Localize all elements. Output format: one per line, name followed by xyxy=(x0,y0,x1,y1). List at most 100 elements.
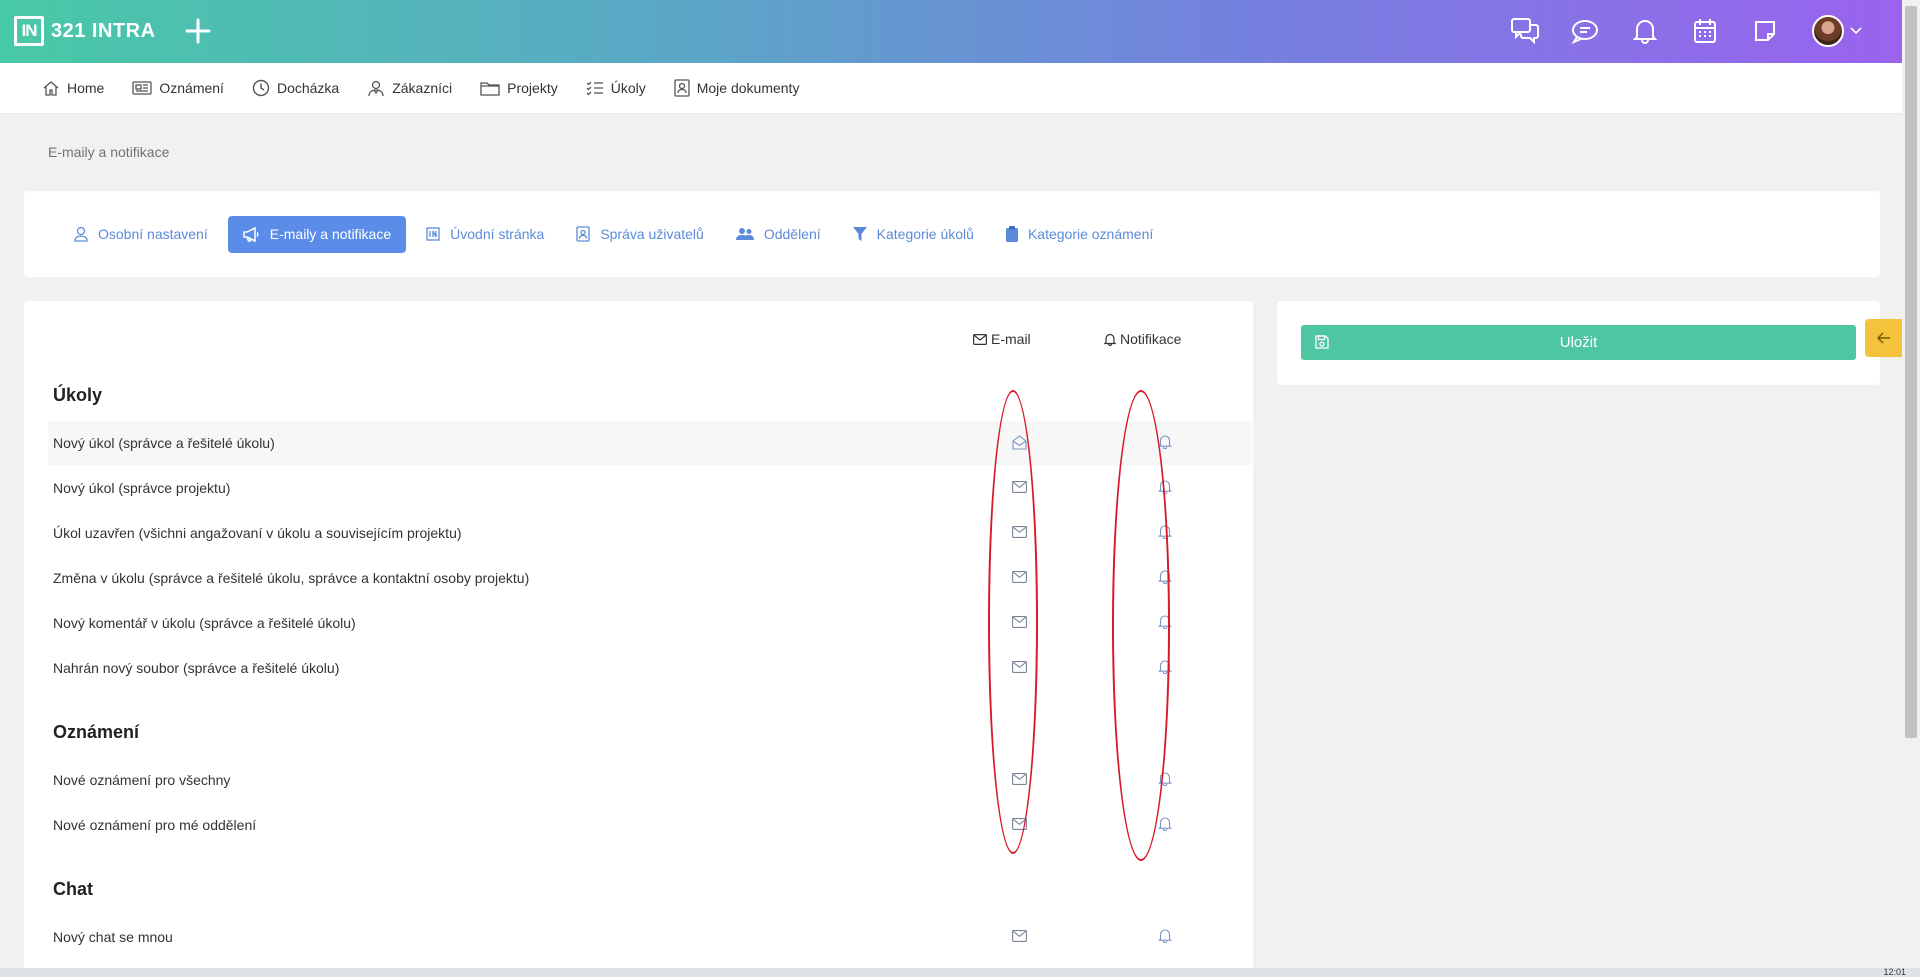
row-label: Nový úkol (správce a řešitelé úkolu) xyxy=(53,435,275,451)
tab-label: Kategorie oznámení xyxy=(1027,226,1154,242)
save-button[interactable]: Uložit xyxy=(1301,325,1856,360)
section-title: Úkoly xyxy=(53,385,103,405)
checklist-icon xyxy=(586,81,603,96)
intra-logo-icon xyxy=(426,227,440,241)
calendar-icon[interactable] xyxy=(1688,14,1722,48)
settings-tabs: Osobní nastavení E-maily a notifikace Úv… xyxy=(24,191,1880,277)
table-row: Úkol uzavřen (všichni angažovaní v úkolu… xyxy=(48,511,1252,555)
nav-item-projects[interactable]: Projekty xyxy=(480,80,558,96)
tab-label: Osobní nastavení xyxy=(98,226,208,242)
table-row: Nové oznámení pro mé oddělení xyxy=(48,803,1252,847)
arrow-left-icon xyxy=(1876,332,1890,344)
nav-item-label: Moje dokumenty xyxy=(696,80,800,96)
id-card-icon xyxy=(576,226,590,242)
taskbar-clock: 12:01 xyxy=(1883,967,1906,977)
email-column-header: E-mail xyxy=(973,331,1031,347)
floppy-disk-icon xyxy=(1315,335,1329,349)
row-label: Změna v úkolu (správce a řešitelé úkolu,… xyxy=(53,570,530,586)
row-label: Nové oznámení pro všechny xyxy=(53,772,231,788)
folder-icon xyxy=(480,82,500,96)
document-user-icon xyxy=(674,79,690,97)
nav-item-announcements[interactable]: Oznámení xyxy=(132,80,224,96)
nav-item-label: Projekty xyxy=(507,80,558,96)
email-column-label: E-mail xyxy=(991,331,1031,347)
tab-label: Úvodní stránka xyxy=(450,226,545,242)
nav-item-label: Oznámení xyxy=(159,80,224,96)
nav-item-label: Home xyxy=(67,80,105,96)
tab-departments[interactable]: Oddělení xyxy=(724,216,833,253)
clipboard-icon xyxy=(1005,226,1018,242)
row-label: Nový komentář v úkolu (správce a řešitel… xyxy=(53,615,356,631)
sidebar-toggle-button[interactable] xyxy=(1865,319,1902,357)
tab-task-categories[interactable]: Kategorie úkolů xyxy=(841,216,986,253)
clock-icon xyxy=(252,79,270,97)
tab-label: Oddělení xyxy=(763,226,821,242)
row-label: Nový chat se mnou xyxy=(53,929,173,945)
tab-label: Kategorie úkolů xyxy=(876,226,974,242)
envelope-icon xyxy=(973,333,987,345)
section-title: Chat xyxy=(53,879,93,899)
logo-text: 321 INTRA xyxy=(51,19,156,42)
table-row: Nový komentář v úkolu (správce a řešitel… xyxy=(48,601,1252,645)
main-nav: Home Oznámení Docházka Zákazníci Projekt… xyxy=(0,63,1902,113)
nav-item-my-documents[interactable]: Moje dokumenty xyxy=(674,79,800,97)
row-label: Nové oznámení pro mé oddělení xyxy=(53,817,257,833)
newspaper-icon xyxy=(132,81,153,95)
breadcrumb: E-maily a notifikace xyxy=(48,144,170,160)
table-row: Nový chat se mnou xyxy=(48,915,1252,959)
logo-mark: IN xyxy=(14,16,44,46)
customer-icon xyxy=(368,80,384,97)
section-title: Oznámení xyxy=(53,722,140,742)
megaphone-icon xyxy=(243,226,259,242)
tab-emails-notifications[interactable]: E-maily a notifikace xyxy=(227,215,407,253)
bell-icon xyxy=(1104,333,1116,346)
notification-settings-card: E-mail Notifikace Úkoly Nový úkol (správ… xyxy=(24,301,1253,977)
tab-announcement-categories[interactable]: Kategorie oznámení xyxy=(994,216,1165,253)
row-label: Nahrán nový soubor (správce a řešitelé ú… xyxy=(53,660,340,676)
user-icon xyxy=(74,226,88,242)
annotation-ellipse-notification xyxy=(1112,390,1170,861)
nav-item-tasks[interactable]: Úkoly xyxy=(586,80,646,96)
table-row: Nové oznámení pro všechny xyxy=(48,758,1252,802)
table-row: Nový úkol (správce projektu) xyxy=(48,466,1252,510)
avatar[interactable] xyxy=(1812,15,1844,47)
nav-item-customers[interactable]: Zákazníci xyxy=(367,79,452,97)
envelope-icon[interactable] xyxy=(1012,929,1027,947)
nav-item-label: Úkoly xyxy=(610,80,646,96)
os-taskbar: 12:01 xyxy=(0,968,1920,977)
chevron-down-icon[interactable] xyxy=(1850,22,1862,40)
nav-item-label: Zákazníci xyxy=(392,80,453,96)
top-bar: IN 321 INTRA xyxy=(0,0,1902,63)
nav-item-home[interactable]: Home xyxy=(42,79,104,97)
conversations-icon[interactable] xyxy=(1508,14,1542,48)
page-scrollbar[interactable] xyxy=(1902,0,1920,977)
save-button-label: Uložit xyxy=(1559,334,1598,351)
add-icon[interactable] xyxy=(184,17,212,45)
notification-column-header: Notifikace xyxy=(1104,331,1181,347)
filter-icon xyxy=(852,226,867,241)
nav-item-attendance[interactable]: Docházka xyxy=(252,79,339,97)
annotation-ellipse-email xyxy=(988,390,1038,854)
tab-user-management[interactable]: Správa uživatelů xyxy=(564,216,716,253)
bell-icon[interactable] xyxy=(1628,14,1662,48)
save-card: Uložit xyxy=(1277,301,1880,385)
row-label: Úkol uzavřen (všichni angažovaní v úkolu… xyxy=(53,525,462,541)
bell-icon[interactable] xyxy=(1157,816,1173,836)
home-icon xyxy=(43,81,59,96)
tab-personal-settings[interactable]: Osobní nastavení xyxy=(62,216,220,253)
scrollbar-thumb[interactable] xyxy=(1905,6,1917,738)
bell-icon[interactable] xyxy=(1157,928,1173,948)
chat-icon[interactable] xyxy=(1568,14,1602,48)
users-icon xyxy=(735,228,754,240)
tab-home-page[interactable]: Úvodní stránka xyxy=(414,216,556,253)
notification-column-label: Notifikace xyxy=(1120,331,1182,347)
row-label: Nový úkol (správce projektu) xyxy=(53,480,231,496)
app-logo[interactable]: IN 321 INTRA xyxy=(14,16,156,46)
top-icons xyxy=(1482,14,1862,48)
note-icon[interactable] xyxy=(1748,14,1782,48)
tab-label: Správa uživatelů xyxy=(600,226,704,242)
table-row: Nový úkol (správce a řešitelé úkolu) xyxy=(48,421,1252,465)
tab-label: E-maily a notifikace xyxy=(269,226,392,242)
table-row: Změna v úkolu (správce a řešitelé úkolu,… xyxy=(48,556,1252,600)
nav-item-label: Docházka xyxy=(276,80,340,96)
